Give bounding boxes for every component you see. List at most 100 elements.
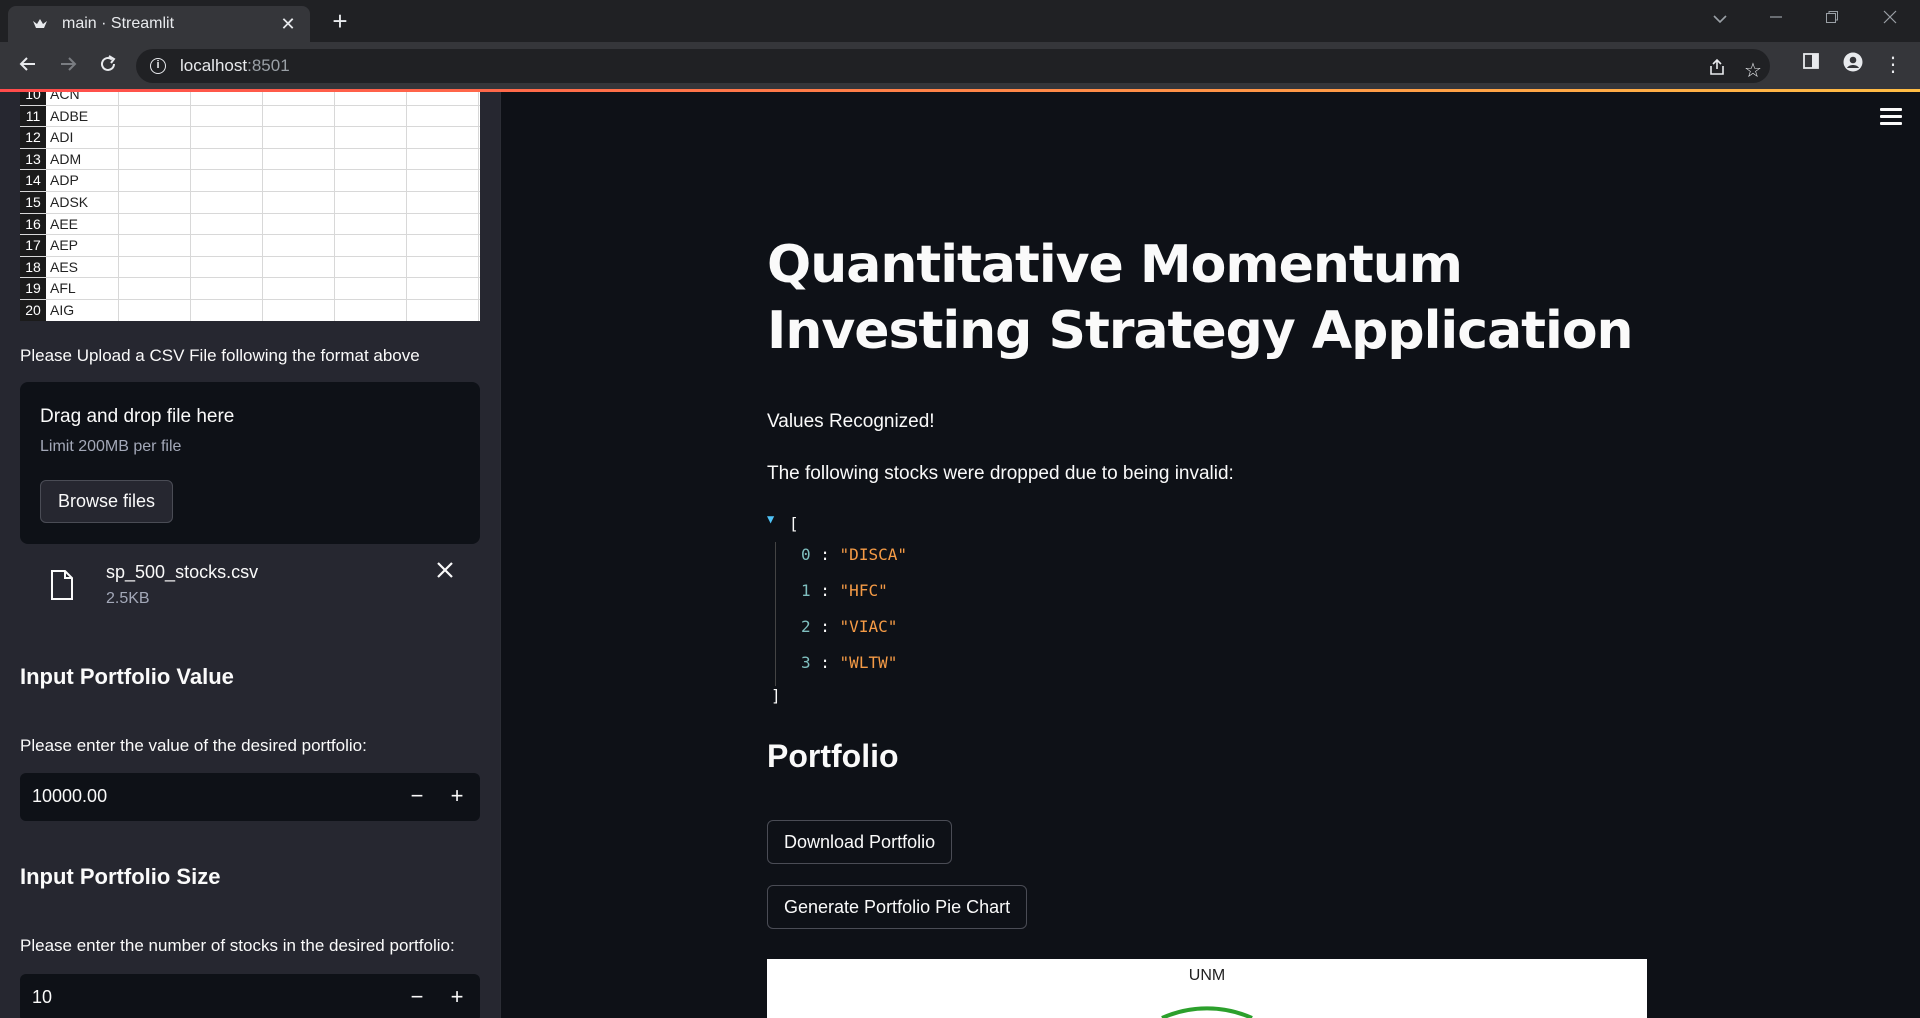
json-index: 0 bbox=[801, 545, 811, 564]
empty-cell bbox=[335, 127, 407, 148]
remove-file-icon[interactable] bbox=[436, 558, 454, 586]
json-value: "WLTW" bbox=[839, 653, 898, 672]
json-colon: : bbox=[810, 653, 840, 672]
empty-cell bbox=[407, 235, 479, 256]
empty-cell bbox=[407, 148, 479, 170]
json-index: 3 bbox=[801, 653, 811, 672]
uploaded-file-size: 2.5KB bbox=[106, 590, 150, 607]
ticker-cell: ADSK bbox=[46, 191, 119, 213]
window-close-icon[interactable] bbox=[1876, 8, 1904, 29]
json-value: "VIAC" bbox=[839, 617, 898, 636]
side-panel-icon[interactable] bbox=[1798, 52, 1824, 76]
address-bar[interactable]: i localhost:8501 ☆ bbox=[136, 49, 1770, 83]
minimize-icon[interactable] bbox=[1762, 8, 1790, 29]
json-open-bracket: [ bbox=[789, 514, 799, 533]
empty-cell bbox=[191, 105, 263, 127]
portfolio-size-input[interactable]: 10 − + bbox=[20, 974, 480, 1018]
empty-cell bbox=[191, 92, 263, 105]
empty-cell bbox=[191, 278, 263, 299]
row-number: 18 bbox=[20, 256, 46, 278]
empty-cell bbox=[407, 127, 479, 148]
table-row: 17 AEP bbox=[20, 235, 480, 257]
empty-cell bbox=[263, 213, 335, 235]
row-number: 16 bbox=[20, 213, 46, 235]
ticker-cell: AEP bbox=[46, 235, 119, 256]
empty-cell bbox=[263, 191, 335, 213]
dropzone-limit: Limit 200MB per file bbox=[40, 438, 182, 455]
portfolio-value-heading: Input Portfolio Value bbox=[20, 664, 234, 689]
empty-cell bbox=[407, 92, 479, 105]
portfolio-size-label: Please enter the number of stocks in the… bbox=[20, 936, 455, 955]
page-title: Quantitative Momentum Investing Strategy… bbox=[767, 235, 1634, 361]
json-item: 2 : "VIAC" bbox=[801, 617, 897, 636]
portfolio-pie-chart: UNM bbox=[767, 959, 1647, 1018]
tab-search-icon[interactable] bbox=[1706, 8, 1734, 29]
empty-cell bbox=[119, 105, 191, 127]
portfolio-value-field[interactable]: 10000.00 bbox=[32, 786, 107, 807]
tab-close-icon[interactable]: ✕ bbox=[278, 14, 298, 35]
empty-cell bbox=[407, 299, 479, 321]
browser-menu-icon[interactable]: ⋮ bbox=[1880, 52, 1906, 77]
json-collapse-caret-icon[interactable]: ▼ bbox=[767, 512, 774, 526]
browser-tab[interactable]: main · Streamlit ✕ bbox=[8, 6, 310, 42]
empty-cell bbox=[335, 278, 407, 299]
browse-files-button[interactable]: Browse files bbox=[40, 480, 173, 523]
share-icon[interactable] bbox=[1704, 58, 1730, 82]
row-number: 13 bbox=[20, 148, 46, 170]
generate-pie-chart-button[interactable]: Generate Portfolio Pie Chart bbox=[767, 885, 1028, 929]
table-row: 16 AEE bbox=[20, 213, 480, 236]
empty-cell bbox=[335, 148, 407, 170]
dropzone-title: Drag and drop file here bbox=[40, 406, 235, 427]
table-row: 13 ADM bbox=[20, 148, 480, 171]
empty-cell bbox=[263, 92, 335, 105]
empty-cell bbox=[191, 191, 263, 213]
bookmark-star-icon[interactable]: ☆ bbox=[1740, 58, 1766, 83]
table-row: 14 ADP bbox=[20, 170, 480, 192]
file-icon bbox=[50, 570, 74, 600]
restore-icon[interactable] bbox=[1818, 8, 1846, 29]
ticker-cell: ADI bbox=[46, 127, 119, 148]
pie-chart-canvas bbox=[1161, 1006, 1253, 1018]
empty-cell bbox=[191, 256, 263, 278]
portfolio-size-decrement-button[interactable]: − bbox=[402, 984, 432, 1010]
hamburger-menu-icon[interactable] bbox=[1880, 108, 1902, 126]
profile-icon[interactable] bbox=[1840, 52, 1866, 78]
back-arrow-icon[interactable] bbox=[14, 52, 42, 80]
ticker-cell: AFL bbox=[46, 278, 119, 299]
portfolio-heading: Portfolio bbox=[767, 738, 899, 774]
ticker-cell: ADM bbox=[46, 148, 119, 170]
portfolio-value-input[interactable]: 10000.00 − + bbox=[20, 773, 480, 821]
empty-cell bbox=[335, 256, 407, 278]
reload-icon[interactable] bbox=[94, 52, 122, 80]
portfolio-size-increment-button[interactable]: + bbox=[442, 984, 472, 1010]
empty-cell bbox=[119, 92, 191, 105]
table-row: 15 ADSK bbox=[20, 191, 480, 214]
sidebar: 10 ACN 11 ADBE 12 ADI 13 ADM 14 ADP 15 ADSK 16 AEE 17 A… bbox=[0, 92, 500, 1018]
row-number: 10 bbox=[20, 92, 46, 105]
portfolio-value-increment-button[interactable]: + bbox=[442, 783, 472, 809]
empty-cell bbox=[191, 299, 263, 321]
empty-cell bbox=[191, 148, 263, 170]
info-icon[interactable]: i bbox=[150, 58, 166, 74]
forward-arrow-icon[interactable] bbox=[54, 52, 82, 80]
empty-cell bbox=[407, 191, 479, 213]
empty-cell bbox=[263, 278, 335, 299]
row-number: 15 bbox=[20, 191, 46, 213]
ticker-cell: AEE bbox=[46, 213, 119, 235]
dropped-stocks-text: The following stocks were dropped due to… bbox=[767, 463, 1234, 484]
row-number: 12 bbox=[20, 127, 46, 148]
row-number: 19 bbox=[20, 278, 46, 299]
new-tab-button[interactable]: + bbox=[326, 8, 354, 36]
empty-cell bbox=[119, 299, 191, 321]
portfolio-value-decrement-button[interactable]: − bbox=[402, 783, 432, 809]
table-row: 18 AES bbox=[20, 256, 480, 279]
portfolio-size-field[interactable]: 10 bbox=[32, 987, 52, 1008]
json-index: 1 bbox=[801, 581, 811, 600]
csv-format-example-table: 10 ACN 11 ADBE 12 ADI 13 ADM 14 ADP 15 ADSK 16 AEE 17 A… bbox=[20, 92, 480, 321]
file-uploader-dropzone[interactable]: Drag and drop file here Limit 200MB per … bbox=[20, 382, 480, 544]
empty-cell bbox=[191, 235, 263, 256]
json-value: "HFC" bbox=[839, 581, 888, 600]
empty-cell bbox=[119, 213, 191, 235]
download-portfolio-button[interactable]: Download Portfolio bbox=[767, 820, 953, 864]
json-item: 1 : "HFC" bbox=[801, 581, 888, 600]
